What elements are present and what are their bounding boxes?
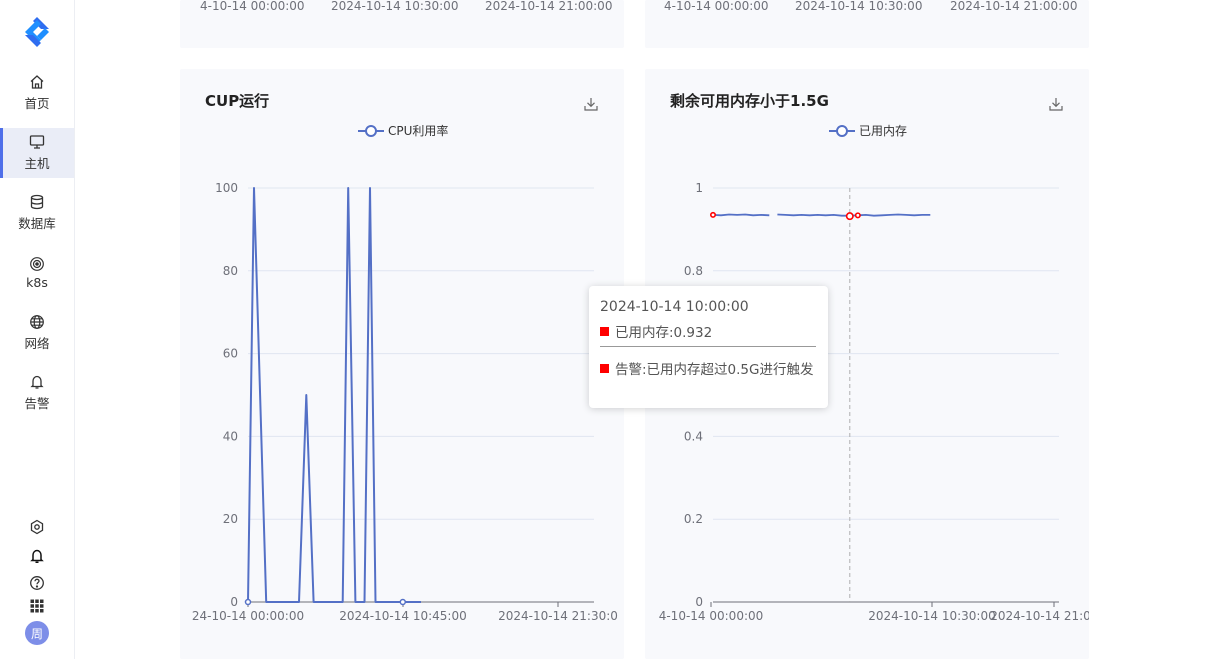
sidebar-item-host[interactable]: 主机 (0, 128, 74, 178)
top-right-panel: 4-10-14 00:00:00 2024-10-14 10:30:00 202… (645, 0, 1089, 48)
x-tick: 4-10-14 00:00:00 (664, 0, 769, 13)
sidebar-item-k8s[interactable]: k8s (0, 248, 74, 298)
globe-icon (30, 315, 44, 329)
y-tick-label: 0 (695, 595, 703, 609)
sidebar-item-database[interactable]: 数据库 (0, 188, 74, 238)
cpu-data-point (244, 598, 252, 606)
x-tick-label: 2024-10-14 21:00:00 (990, 609, 1089, 623)
tooltip-alert: 告警:已用内存超过0.5G进行触发 (615, 362, 814, 378)
sidebar-item-label: 数据库 (18, 216, 56, 231)
user-avatar[interactable]: 周 (25, 621, 49, 645)
x-tick: 2024-10-14 10:30:00 (795, 0, 922, 13)
sidebar-item-alerts[interactable]: 告警 (0, 368, 74, 418)
x-tick: 2024-10-14 21:00:00 (950, 0, 1077, 13)
y-tick-label: 0 (230, 595, 238, 609)
chart-tooltip: 2024-10-14 10:00:00 已用内存:0.932 告警:已用内存超过… (589, 286, 828, 408)
x-tick-label: 2024-10-14 21:30:0 (498, 609, 618, 623)
x-tick-label: 2024-10-14 10:30:00 (868, 609, 995, 623)
notification-icon[interactable] (29, 548, 45, 564)
top-left-panel: 4-10-14 00:00:00 2024-10-14 10:30:00 202… (180, 0, 624, 48)
settings-icon[interactable] (29, 519, 45, 535)
y-tick-label: 0.2 (684, 512, 703, 526)
alert-marker (854, 212, 861, 219)
tooltip-value: 已用内存:0.932 (615, 325, 713, 341)
x-tick: 2024-10-14 21:00:00 (485, 0, 612, 13)
cpu-panel: CUP运行 CPU利用率 0 20 40 60 80 100 24-10-14 00:00:… (180, 69, 624, 659)
cpu-data-point (399, 598, 407, 606)
top-left-xaxis: 4-10-14 00:00:00 2024-10-14 10:30:00 202… (200, 0, 612, 13)
tooltip-color-marker (600, 326, 609, 336)
tooltip-divider (600, 346, 816, 347)
tooltip-alert-row: 告警:已用内存超过0.5G进行触发 (600, 358, 813, 378)
monitor-icon (29, 135, 45, 149)
cpu-chart: 0 20 40 60 80 100 24-10-14 00:00:00 2024-10-14 … (192, 181, 618, 623)
x-tick: 2024-10-14 10:30:00 (331, 0, 458, 13)
y-tick-label: 0.4 (684, 429, 703, 443)
y-tick-label: 60 (223, 347, 238, 361)
bell-icon (30, 375, 44, 389)
y-tick-label: 100 (215, 181, 238, 195)
y-tick-label: 40 (223, 429, 238, 443)
app-logo-icon[interactable] (21, 16, 53, 48)
sidebar-item-label: k8s (26, 275, 48, 290)
home-icon (30, 75, 44, 89)
sidebar-item-label: 告警 (24, 396, 50, 411)
tooltip-time: 2024-10-14 10:00:00 (600, 299, 749, 315)
sidebar-item-label: 网络 (24, 336, 50, 351)
help-icon[interactable] (29, 575, 45, 591)
x-tick: 4-10-14 00:00:00 (200, 0, 305, 13)
tooltip-alert-marker (600, 363, 609, 373)
cpu-series-line (247, 187, 421, 603)
apps-grid-icon[interactable] (29, 598, 45, 614)
sidebar-item-label: 主机 (24, 156, 50, 171)
y-tick-label: 0.8 (684, 264, 703, 278)
memory-series-line (777, 213, 931, 217)
x-tick-label: 24-10-14 00:00:00 (192, 609, 304, 623)
kubernetes-icon (30, 257, 44, 271)
x-tick-label: 4-10-14 00:00:00 (659, 609, 764, 623)
alert-marker (845, 212, 854, 221)
database-icon (30, 194, 44, 210)
sidebar-item-label: 首页 (24, 96, 50, 111)
top-right-xaxis: 4-10-14 00:00:00 2024-10-14 10:30:00 202… (664, 0, 1077, 13)
y-tick-label: 1 (695, 181, 703, 195)
sidebar: 首页 主机 数据库 k8s 网络 告警 周 (0, 0, 75, 659)
tooltip-value-row: 已用内存:0.932 (600, 321, 712, 341)
y-tick-label: 80 (223, 264, 238, 278)
memory-series-line (712, 213, 770, 217)
x-tick-label: 2024-10-14 10:45:00 (339, 609, 466, 623)
alert-marker (710, 211, 717, 218)
sidebar-item-network[interactable]: 网络 (0, 308, 74, 358)
sidebar-item-home[interactable]: 首页 (0, 68, 74, 118)
y-tick-label: 20 (223, 512, 238, 526)
